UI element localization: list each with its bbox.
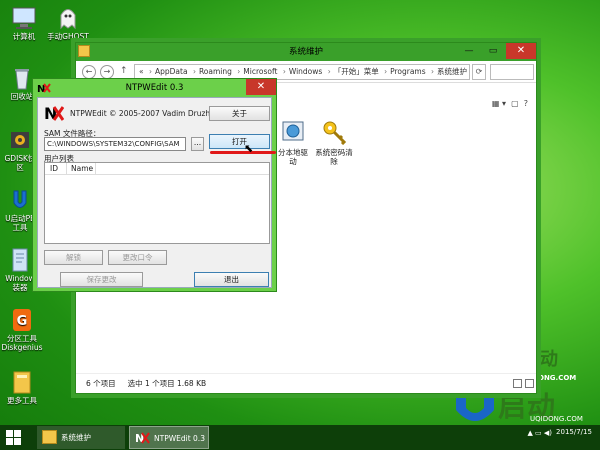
- desktop-icon-more-tools[interactable]: 更多工具: [0, 370, 50, 405]
- dialog-body: N NTPWEdit © 2005-2007 Vadim Druzhin 关于 …: [37, 97, 276, 288]
- explorer-title: 系统维护: [288, 47, 323, 57]
- taskbar-item-label: 系统维护: [61, 433, 91, 442]
- desktop-icon-label: 手动GHOST: [47, 32, 89, 41]
- details-view-button[interactable]: [513, 379, 522, 388]
- computer-icon: [11, 6, 37, 30]
- taskbar: 系统维护 N NTPWEdit 0.3 ▲ ▭ ◀) 2015/7/15: [0, 425, 600, 450]
- ghost-icon: [55, 6, 81, 30]
- taskbar-item-explorer[interactable]: 系统维护: [37, 426, 125, 449]
- installer-icon: [7, 248, 33, 272]
- column-id[interactable]: ID: [50, 163, 58, 175]
- taskbar-item-ntpwedit[interactable]: N NTPWEdit 0.3: [129, 426, 209, 449]
- gdisk-icon: [7, 128, 33, 152]
- ntpwedit-logo-icon: N: [37, 83, 51, 94]
- folder-icon: [78, 45, 90, 57]
- key-icon: [321, 119, 347, 146]
- taskbar-item-label: NTPWEdit 0.3: [154, 434, 205, 443]
- breadcrumb-roaming[interactable]: Roaming: [199, 67, 232, 76]
- watermark-url: UQIDONG.COM: [530, 415, 583, 423]
- folder-icon: [42, 430, 57, 444]
- clock[interactable]: 2015/7/15: [552, 428, 596, 437]
- svg-text:G: G: [17, 314, 28, 329]
- system-tray[interactable]: ▲ ▭ ◀): [527, 429, 552, 437]
- desktop-icon-label: 分区工具: [7, 334, 37, 343]
- search-input[interactable]: [490, 64, 534, 80]
- mouse-cursor-icon: ⬉: [244, 142, 254, 155]
- driver-icon: [280, 119, 306, 145]
- folder-icon: [9, 370, 35, 394]
- desktop-icon-label: 更多工具: [7, 396, 37, 405]
- about-button[interactable]: 关于: [209, 106, 270, 121]
- column-name[interactable]: Name: [66, 163, 96, 175]
- breadcrumb-programs[interactable]: Programs: [390, 67, 426, 76]
- back-button[interactable]: ←: [82, 65, 96, 79]
- breadcrumb-microsoft[interactable]: Microsoft: [243, 67, 277, 76]
- forward-button[interactable]: →: [100, 65, 114, 79]
- desktop-icon-diskgenius[interactable]: G 分区工具 Diskgenius: [0, 308, 50, 352]
- minimize-button[interactable]: —: [458, 43, 480, 59]
- item-count: 6 个项目: [86, 379, 116, 388]
- breadcrumb-appdata[interactable]: AppData: [155, 67, 188, 76]
- maximize-button[interactable]: ▭: [482, 43, 504, 59]
- desktop-icon-ghost[interactable]: 手动GHOST: [40, 6, 96, 41]
- explorer-titlebar[interactable]: 系统维护 — ▭ ✕: [76, 43, 536, 61]
- unlock-button[interactable]: 解锁: [44, 250, 103, 265]
- annotation-underline: [210, 151, 276, 154]
- close-button[interactable]: ✕: [246, 79, 276, 95]
- change-password-button[interactable]: 更改口令: [108, 250, 167, 265]
- file-item-label: 系统密码清: [315, 148, 353, 157]
- ntpwedit-logo-icon: N: [44, 104, 64, 123]
- user-list-header: ID Name: [45, 163, 269, 175]
- watermark-text: 动: [540, 349, 558, 370]
- desktop-icon-label-2: Diskgenius: [1, 343, 43, 352]
- file-item-password-clear[interactable]: 系统密码清 除: [309, 119, 359, 166]
- ntpwedit-logo-icon: N: [135, 432, 150, 445]
- diskgenius-icon: G: [9, 308, 35, 332]
- dialog-titlebar[interactable]: N NTPWEdit 0.3 ✕: [33, 79, 276, 97]
- file-item-label-2: 除: [330, 157, 338, 166]
- status-bar: 6 个项目 选中 1 个项目 1.68 KB: [76, 373, 536, 393]
- breadcrumb-windows[interactable]: Windows: [289, 67, 322, 76]
- up-button[interactable]: ↑: [120, 66, 128, 76]
- exit-button[interactable]: 退出: [194, 272, 269, 287]
- sam-path-input[interactable]: C:\WINDOWS\SYSTEM32\CONFIG\SAM: [44, 137, 186, 151]
- view-options-button[interactable]: ▦ ▾ ▢ ?: [492, 99, 528, 108]
- watermark-text-small: ONG.COM: [538, 374, 577, 382]
- copyright-text: NTPWEdit © 2005-2007 Vadim Druzhin: [70, 109, 218, 118]
- desktop: 计算机 手动GHOST 回收站 GDISK快 区 U启动PE 工具 Window…: [0, 0, 600, 450]
- close-button[interactable]: ✕: [506, 43, 536, 59]
- clock-date: 2015/7/15: [556, 428, 592, 436]
- selection-info: 选中 1 个项目 1.68 KB: [127, 379, 207, 388]
- breadcrumb-start-menu[interactable]: 「开始」菜单: [334, 67, 379, 76]
- start-button[interactable]: [6, 430, 21, 445]
- open-button[interactable]: 打开: [209, 134, 270, 149]
- dialog-title: NTPWEdit 0.3: [125, 83, 184, 93]
- save-changes-button[interactable]: 保存更改: [60, 272, 143, 287]
- user-list[interactable]: ID Name: [44, 162, 270, 244]
- address-overflow[interactable]: «: [139, 67, 144, 76]
- icons-view-button[interactable]: [525, 379, 534, 388]
- refresh-button[interactable]: ⟳: [472, 64, 486, 80]
- browse-button[interactable]: ...: [191, 137, 204, 151]
- breadcrumb-system-maintenance[interactable]: 系统维护: [437, 67, 467, 76]
- u-logo-icon: [7, 188, 33, 212]
- ntpwedit-dialog[interactable]: N NTPWEdit 0.3 ✕ N NTPWEdit © 2005-2007 …: [32, 78, 277, 292]
